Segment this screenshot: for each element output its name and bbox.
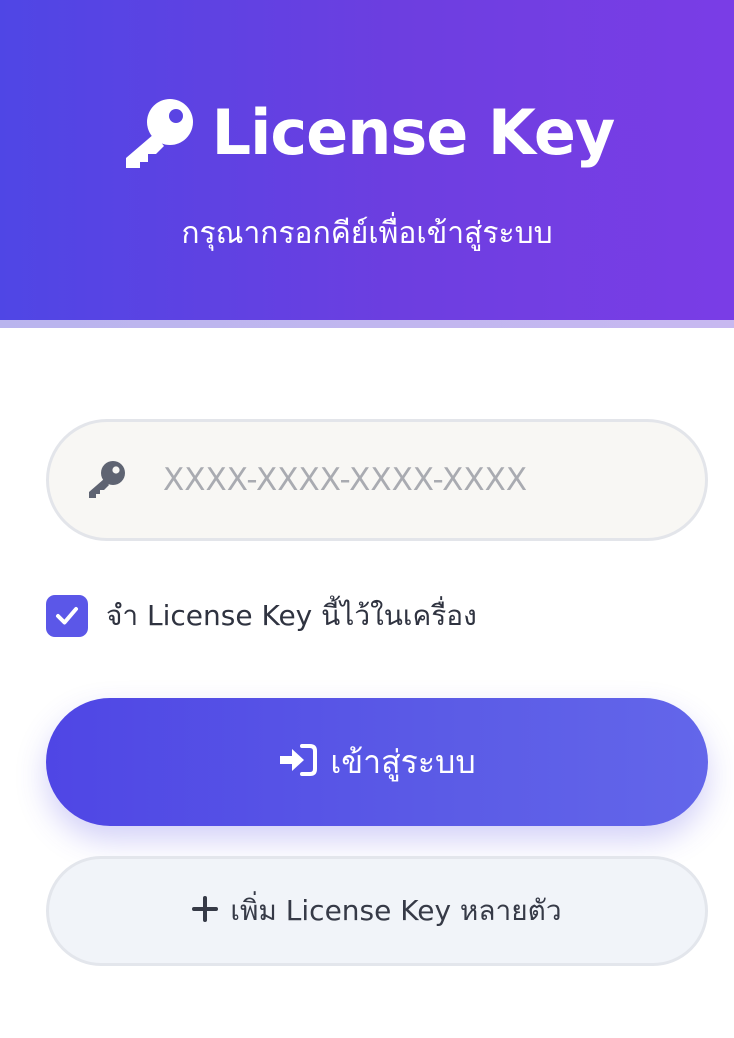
title-row: License Key xyxy=(0,88,734,178)
license-key-input[interactable] xyxy=(161,461,665,499)
key-icon xyxy=(85,458,129,502)
add-button-label: เพิ่ม License Key หลายตัว xyxy=(230,894,562,927)
remember-option[interactable]: จำ License Key นี้ไว้ในเครื่อง xyxy=(46,594,477,638)
remember-checkbox[interactable] xyxy=(46,595,88,637)
header: License Key กรุณากรอกคีย์เพื่อเข้าสู่ระบ… xyxy=(0,0,734,320)
sign-in-icon xyxy=(278,743,318,781)
check-icon xyxy=(56,607,78,625)
license-input-field[interactable] xyxy=(46,419,708,541)
page-subtitle: กรุณากรอกคีย์เพื่อเข้าสู่ระบบ xyxy=(181,216,553,251)
key-icon xyxy=(120,96,198,170)
login-button[interactable]: เข้าสู่ระบบ xyxy=(46,698,708,826)
header-divider xyxy=(0,320,734,328)
plus-icon xyxy=(192,896,219,926)
add-multiple-keys-button[interactable]: เพิ่ม License Key หลายตัว xyxy=(46,856,708,966)
remember-label: จำ License Key นี้ไว้ในเครื่อง xyxy=(106,599,477,632)
page-title: License Key xyxy=(211,96,616,169)
login-button-label: เข้าสู่ระบบ xyxy=(330,742,476,781)
